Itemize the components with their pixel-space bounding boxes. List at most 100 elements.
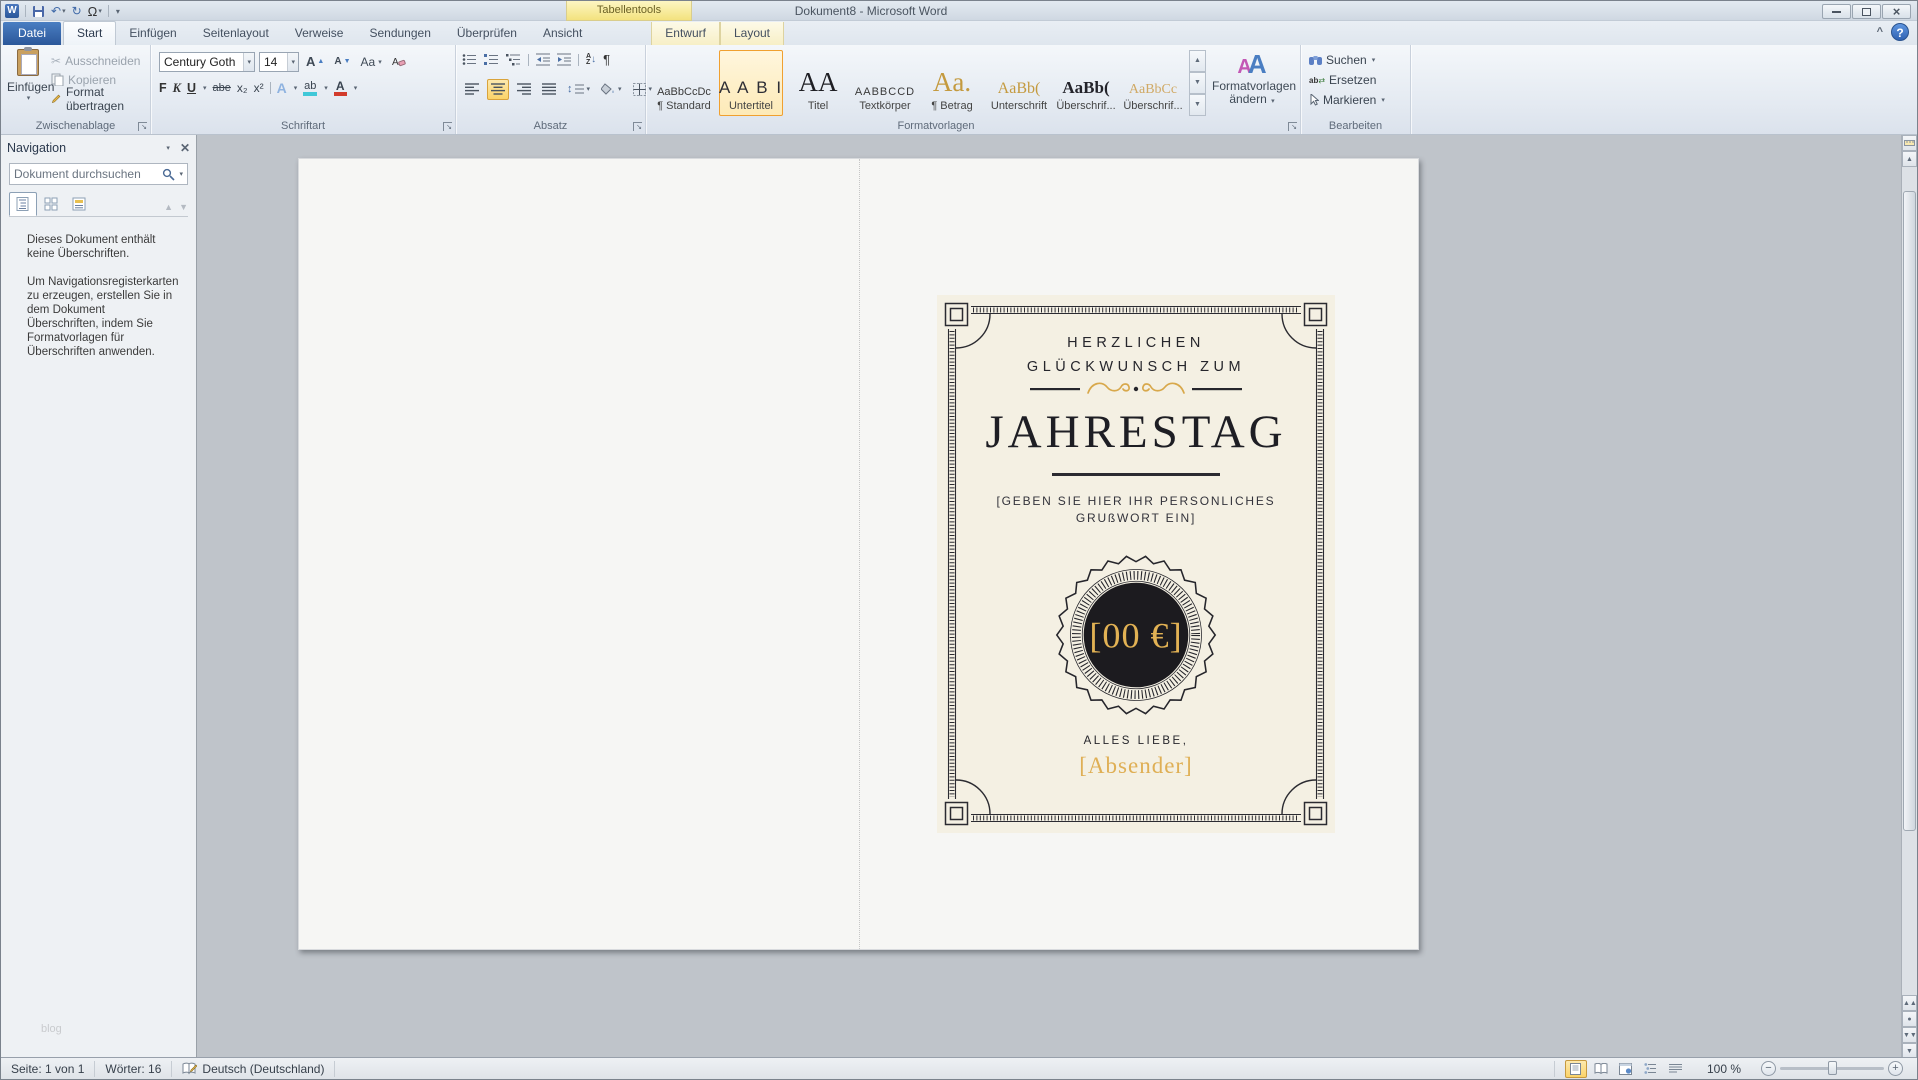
document-page[interactable]: HERZLICHEN GLÜCKWUNSCH ZUM JAHRESTAG [GE… — [298, 158, 1419, 950]
tab-verweise[interactable]: Verweise — [282, 22, 357, 45]
align-right-button[interactable] — [514, 79, 534, 100]
previous-heading-icon[interactable]: ▲ — [164, 202, 173, 212]
word-count[interactable]: Wörter: 16 — [95, 1062, 171, 1076]
next-heading-icon[interactable]: ▼ — [179, 202, 188, 212]
gallery-scroll-up[interactable]: ▲ — [1189, 50, 1206, 72]
style-untertitel[interactable]: A A B I Untertitel — [719, 50, 783, 116]
style-ueberschrift-2[interactable]: AaBbCc Überschrif... — [1121, 50, 1185, 116]
customize-qat-button[interactable]: ▾ — [115, 7, 120, 16]
tab-browse-results[interactable] — [65, 192, 93, 216]
card-greeting[interactable]: HERZLICHEN GLÜCKWUNSCH ZUM — [937, 331, 1335, 379]
tab-seitenlayout[interactable]: Seitenlayout — [190, 22, 282, 45]
next-page-button[interactable]: ▼▼ — [1902, 1027, 1917, 1043]
decrease-indent-icon[interactable] — [536, 53, 550, 66]
style-betrag[interactable]: Aa. ¶ Betrag — [920, 50, 984, 116]
line-spacing-button[interactable]: ↕ ▾ — [564, 79, 593, 100]
strikethrough-button[interactable]: abe — [213, 82, 231, 94]
style-standard[interactable]: AaBbCcDc ¶ Standard — [652, 50, 716, 116]
zoom-slider-track[interactable] — [1780, 1061, 1884, 1075]
style-titel[interactable]: AA Titel — [786, 50, 850, 116]
text-effects-button[interactable]: A — [277, 81, 287, 95]
clear-formatting-button[interactable]: A — [389, 51, 409, 72]
navigation-pane-menu[interactable]: ▾ — [166, 144, 170, 152]
numbered-list-icon[interactable] — [484, 53, 499, 66]
font-size-combobox[interactable]: 14 ▾ — [259, 51, 299, 72]
bullet-list-icon[interactable] — [462, 53, 477, 66]
print-layout-view-button[interactable] — [1564, 1059, 1587, 1078]
previous-page-button[interactable]: ▲▲ — [1902, 995, 1917, 1011]
multilevel-list-icon[interactable] — [506, 53, 521, 66]
tab-sendungen[interactable]: Sendungen — [356, 22, 443, 45]
save-button[interactable] — [32, 5, 45, 18]
italic-button[interactable]: K — [173, 81, 181, 96]
zoom-in-button[interactable]: + — [1888, 1061, 1903, 1076]
card-closing[interactable]: ALLES LIEBE, — [937, 735, 1335, 747]
outline-view-button[interactable] — [1640, 1060, 1662, 1078]
font-dialog-launcher[interactable]: ↘ — [443, 122, 452, 131]
cut-button[interactable]: ✂ Ausschneiden — [49, 51, 150, 70]
vertical-scrollbar[interactable]: ▲ ▲▲ ● ▼▼ ▼ — [1901, 135, 1917, 1059]
highlight-color-button[interactable]: ab — [303, 80, 318, 96]
minimize-button[interactable] — [1822, 4, 1851, 19]
page-indicator[interactable]: Seite: 1 von 1 — [1, 1062, 94, 1076]
greeting-placeholder[interactable]: [GEBEN SIE HIER IHR PERSONLICHES GRUßWOR… — [937, 493, 1335, 527]
draft-view-button[interactable] — [1665, 1060, 1687, 1078]
gallery-scroll-down[interactable]: ▼ — [1189, 72, 1206, 94]
sort-button[interactable]: AZ ↓ — [586, 53, 596, 66]
search-options-dropdown[interactable]: ▾ — [179, 170, 183, 178]
align-left-button[interactable] — [462, 79, 482, 100]
tab-start[interactable]: Start — [63, 21, 117, 45]
scroll-up-arrow[interactable]: ▲ — [1902, 151, 1917, 167]
undo-button[interactable]: ↶ ▾ — [51, 4, 66, 18]
grow-font-button[interactable]: A ▲ — [303, 51, 327, 72]
close-button[interactable]: × — [1882, 4, 1911, 19]
show-paragraph-marks-button[interactable]: ¶ — [603, 52, 610, 67]
zoom-out-button[interactable]: − — [1761, 1061, 1776, 1076]
select-button[interactable]: Markieren ▾ — [1301, 90, 1410, 110]
amount-placeholder[interactable]: [00 €] — [1089, 616, 1182, 656]
style-ueberschrift-1[interactable]: AaBb( Überschrif... — [1054, 50, 1118, 116]
symbol-button[interactable]: Ω ▾ — [88, 4, 102, 19]
tab-ansicht[interactable]: Ansicht — [530, 22, 595, 45]
tab-browse-headings[interactable] — [9, 192, 37, 216]
tab-einfuegen[interactable]: Einfügen — [116, 22, 189, 45]
collapse-ribbon-icon[interactable]: ^ — [1877, 26, 1883, 38]
format-painter-button[interactable]: Format übertragen — [49, 85, 150, 113]
help-button[interactable]: ? — [1891, 23, 1909, 41]
justify-button[interactable] — [539, 79, 559, 100]
word-app-icon[interactable]: W — [5, 4, 19, 18]
fullscreen-reading-view-button[interactable] — [1590, 1060, 1612, 1078]
document-search-input[interactable]: Dokument durchsuchen ▾ — [9, 163, 188, 185]
tab-entwurf[interactable]: Entwurf — [651, 22, 720, 45]
tab-layout[interactable]: Layout — [719, 22, 785, 45]
replace-button[interactable]: ab⇄ Ersetzen — [1301, 70, 1410, 90]
paragraph-dialog-launcher[interactable]: ↘ — [633, 122, 642, 131]
styles-dialog-launcher[interactable]: ↘ — [1288, 122, 1297, 131]
restore-button[interactable] — [1852, 4, 1881, 19]
align-center-button[interactable] — [487, 78, 509, 100]
font-name-combobox[interactable]: Century Goth ▾ — [159, 51, 255, 72]
select-browse-object-button[interactable]: ● — [1902, 1011, 1917, 1027]
change-styles-button[interactable]: AA Formatvorlagen ändern ▾ — [1212, 49, 1296, 123]
tab-datei[interactable]: Datei — [3, 22, 62, 45]
change-case-button[interactable]: Aa ▾ — [358, 51, 385, 72]
underline-button[interactable]: U — [187, 81, 196, 95]
tab-browse-pages[interactable] — [37, 192, 65, 216]
clipboard-dialog-launcher[interactable]: ↘ — [138, 122, 147, 131]
zoom-level[interactable]: 100 % — [1697, 1062, 1751, 1076]
card-title[interactable]: JAHRESTAG — [937, 405, 1335, 459]
ruler-toggle-button[interactable] — [1902, 135, 1917, 151]
repeat-button[interactable]: ↻ — [72, 4, 82, 18]
zoom-slider-thumb[interactable] — [1828, 1061, 1837, 1075]
underline-dropdown[interactable]: ▾ — [203, 84, 207, 92]
style-unterschrift[interactable]: AaBb( Unterschrift — [987, 50, 1051, 116]
increase-indent-icon[interactable] — [557, 53, 571, 66]
shading-button[interactable]: ▾ — [598, 79, 625, 100]
find-button[interactable]: Suchen ▾ — [1301, 50, 1410, 70]
sender-placeholder[interactable]: [Absender] — [937, 753, 1335, 779]
font-color-button[interactable]: A — [333, 80, 347, 96]
style-textkoerper[interactable]: AABBCCD Textkörper — [853, 50, 917, 116]
superscript-button[interactable]: x² — [254, 81, 264, 95]
subscript-button[interactable]: x₂ — [237, 81, 248, 95]
anniversary-card[interactable]: HERZLICHEN GLÜCKWUNSCH ZUM JAHRESTAG [GE… — [937, 295, 1335, 833]
